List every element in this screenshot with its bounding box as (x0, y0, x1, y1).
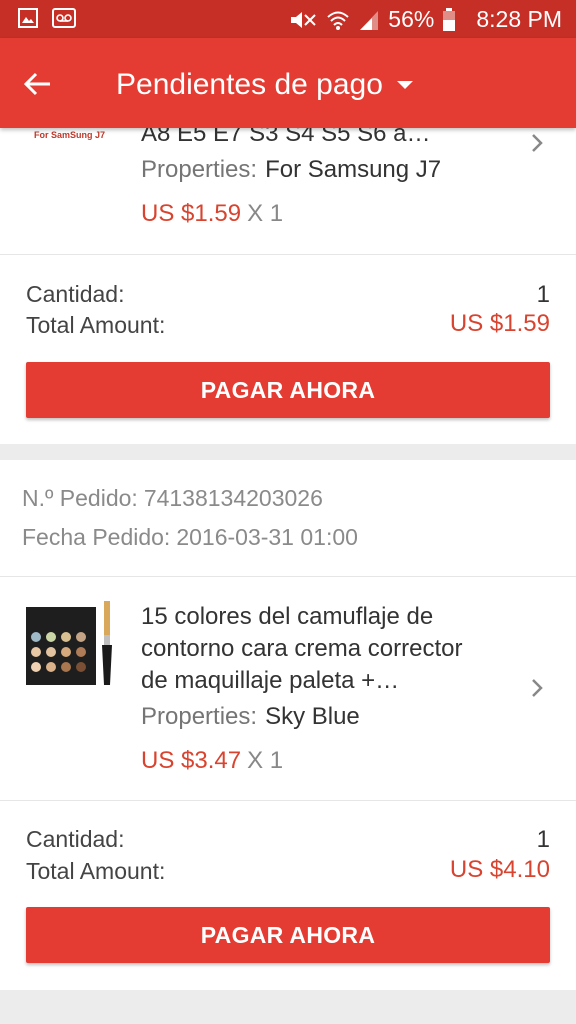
back-button[interactable] (18, 64, 58, 104)
product-properties: Properties: Sky Blue (141, 703, 360, 731)
total-amount-value: US $4.10 (449, 856, 550, 883)
order-number-label: N.º Pedido: (22, 485, 138, 511)
order-number: N.º Pedido: 74138134203026 (22, 485, 323, 512)
order-item-1[interactable]: For SamSung J7 A8 E5 E7 S3 S4 S5 S6 a… P… (0, 120, 576, 254)
chevron-right-icon (532, 134, 543, 152)
order-item-2[interactable]: 15 colores del camuflaje de contorno car… (0, 577, 576, 799)
quantity: X 1 (247, 747, 284, 774)
pay-now-button[interactable]: PAGAR AHORA (26, 362, 550, 418)
cantidad-label: Cantidad: (26, 826, 125, 852)
order-date: Fecha Pedido: 2016-03-31 01:00 (22, 524, 358, 551)
signal-icon (360, 10, 379, 30)
properties-label: Properties: (141, 156, 258, 183)
divider (0, 254, 576, 255)
total-amount-label: Total Amount: (26, 858, 166, 884)
arrow-left-icon (23, 72, 50, 96)
properties-value: Sky Blue (265, 703, 360, 730)
quantity: X 1 (247, 200, 284, 227)
cantidad-value: 1 (536, 281, 550, 308)
unit-price: US $3.47 (141, 747, 242, 774)
mute-icon (291, 11, 317, 28)
page-title: Pendientes de pago (116, 68, 383, 101)
product-thumbnail (26, 601, 112, 685)
voicemail-icon (52, 8, 76, 28)
pay-now-button[interactable]: PAGAR AHORA (26, 907, 550, 963)
divider (0, 800, 576, 801)
total-amount-label: Total Amount: (26, 312, 166, 338)
cantidad-value: 1 (536, 826, 550, 853)
product-thumbnail-text: For SamSung J7 (34, 130, 106, 140)
order-filter-dropdown[interactable]: Pendientes de pago (116, 68, 413, 102)
app-bar: Pendientes de pago (0, 38, 576, 128)
wifi-icon (327, 11, 349, 30)
order-date-value: 2016-03-31 01:00 (176, 524, 358, 550)
chevron-right-icon (532, 679, 543, 697)
status-bar: 56% 8:28 PM (0, 0, 576, 38)
product-price: US $1.59 X 1 (141, 200, 283, 228)
product-title-line-3: de maquillaje paleta +… (141, 667, 400, 694)
unit-price: US $1.59 (141, 200, 242, 227)
battery-icon (443, 7, 456, 31)
battery-percent: 56% (388, 6, 435, 32)
gallery-icon (18, 8, 38, 28)
cantidad-label: Cantidad: (26, 281, 125, 307)
properties-value: For Samsung J7 (265, 156, 442, 183)
product-title-line-2: contorno cara crema corrector (141, 635, 463, 662)
properties-label: Properties: (141, 703, 258, 730)
caret-down-icon (396, 81, 413, 89)
product-title-line-1: 15 colores del camuflaje de (141, 603, 434, 630)
clock: 8:28 PM (476, 6, 562, 32)
product-price: US $3.47 X 1 (141, 747, 283, 775)
order-number-value: 74138134203026 (143, 485, 323, 511)
product-properties: Properties: For Samsung J7 (141, 156, 441, 184)
order-date-label: Fecha Pedido: (22, 524, 171, 550)
total-amount-value: US $1.59 (449, 310, 550, 337)
